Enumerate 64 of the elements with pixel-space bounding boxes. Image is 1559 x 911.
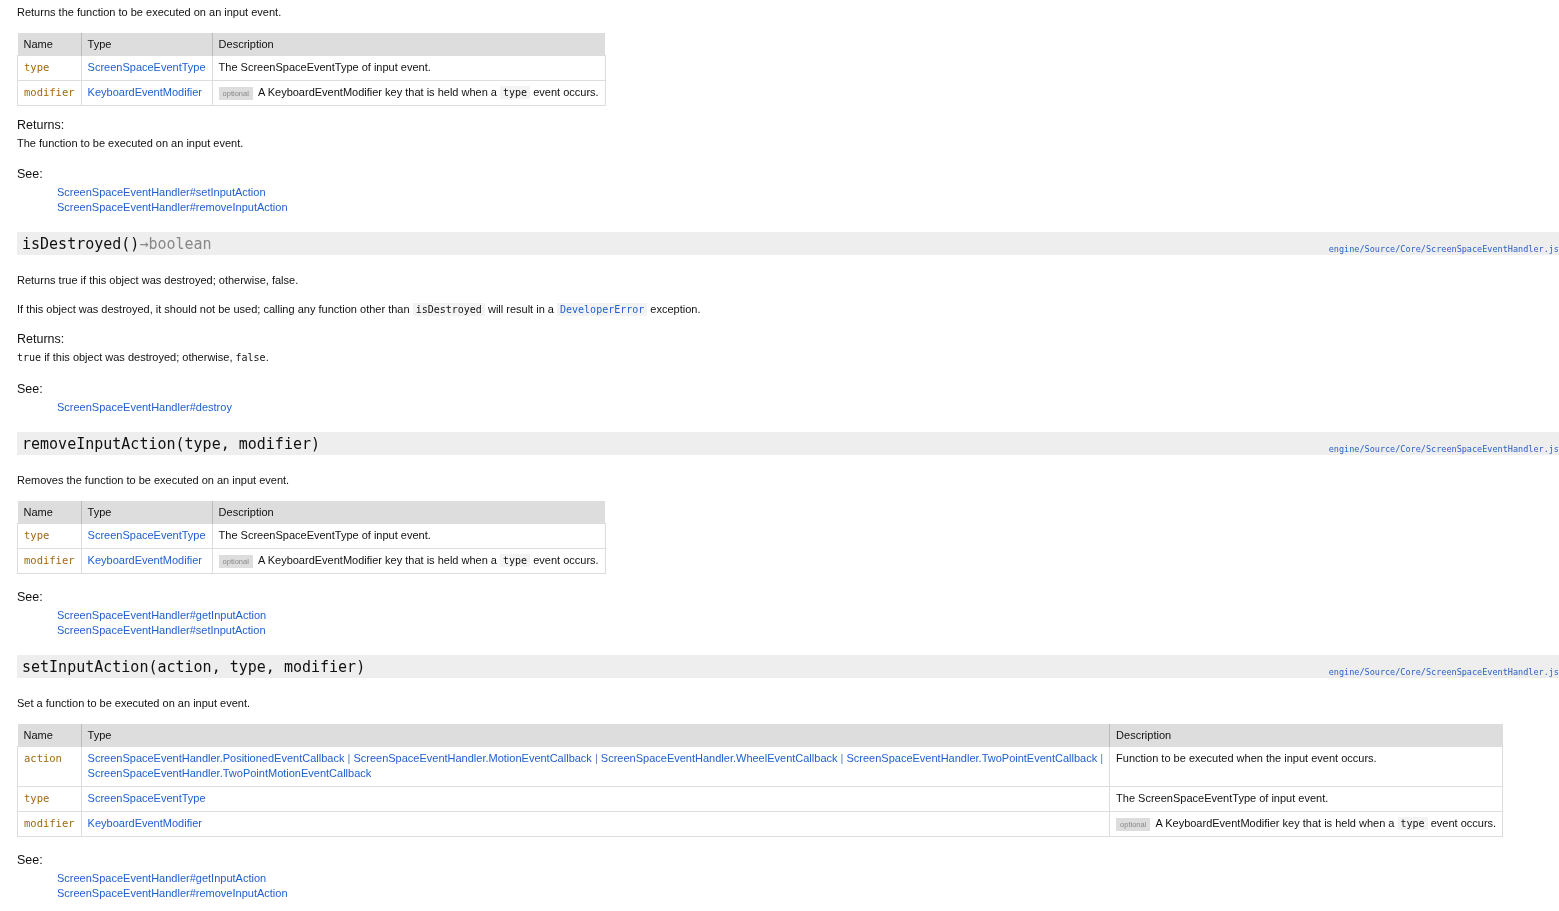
description-text: Returns true if this object was destroyed; otherwise, false. <box>17 273 300 288</box>
description-text: A KeyboardEventModifier key that is held when a type event occurs. <box>257 554 599 566</box>
see-link[interactable]: ScreenSpaceEventHandler#getInputAction <box>57 609 267 621</box>
see-link[interactable]: ScreenSpaceEventHandler#setInputAction <box>57 186 266 198</box>
see-link[interactable]: ScreenSpaceEventHandler#getInputAction <box>57 872 267 884</box>
type-link[interactable]: ScreenSpaceEventHandler.PositionedEventCallback <box>87 752 345 764</box>
type-separator: | <box>593 752 599 764</box>
see-link[interactable]: ScreenSpaceEventHandler#destroy <box>57 401 232 413</box>
type-link[interactable]: ScreenSpaceEventType <box>87 61 206 73</box>
type-link[interactable]: ScreenSpaceEventHandler.MotionEventCallback <box>353 752 592 764</box>
parameter-name: modifier <box>17 80 82 106</box>
description-text: A KeyboardEventModifier key that is held when a type event occurs. <box>1155 817 1497 829</box>
parameter-name: type <box>17 55 82 81</box>
column-header: Name <box>17 33 82 56</box>
type-separator: | <box>839 752 845 764</box>
type-link[interactable]: ScreenSpaceEventType <box>87 792 206 804</box>
type-link[interactable]: KeyboardEventModifier <box>87 86 202 98</box>
returns-label: Returns: <box>17 331 66 347</box>
see-link[interactable]: ScreenSpaceEventHandler#removeInputAction <box>57 887 288 899</box>
type-link[interactable]: KeyboardEventModifier <box>87 817 202 829</box>
source-link[interactable]: engine/Source/Core/ScreenSpaceEventHandler.js <box>1328 667 1559 677</box>
description-text: Removes the function to be executed on an input event. <box>17 473 291 488</box>
column-header: Type <box>81 724 1110 747</box>
returns-label: Returns: <box>17 117 66 133</box>
source-link[interactable]: engine/Source/Core/ScreenSpaceEventHandler.js <box>1328 444 1559 454</box>
column-header: Name <box>17 724 82 747</box>
description-text: The ScreenSpaceEventType of input event. <box>218 61 431 73</box>
parameter-name: type <box>17 523 82 549</box>
description-text: If this object was destroyed, it should not be used; calling any function other than isDestroyed will result in a DeveloperError exception. <box>17 302 702 318</box>
description-text: The ScreenSpaceEventType of input event. <box>218 529 431 541</box>
column-header: Type <box>81 33 213 56</box>
method-signature: isDestroyed()→boolean <box>22 234 212 253</box>
description-text: The ScreenSpaceEventType of input event. <box>1116 792 1329 804</box>
column-header: Description <box>1109 724 1503 747</box>
see-label: See: <box>17 589 44 605</box>
type-link[interactable]: ScreenSpaceEventType <box>87 529 206 541</box>
method-signature: setInputAction(action, type, modifier) <box>22 657 366 676</box>
type-link[interactable]: ScreenSpaceEventHandler.TwoPointMotionEventCallback <box>87 767 372 779</box>
see-label: See: <box>17 381 44 397</box>
see-link[interactable]: ScreenSpaceEventHandler#setInputAction <box>57 624 266 636</box>
column-header: Name <box>17 501 82 524</box>
description-text: A KeyboardEventModifier key that is held when a type event occurs. <box>257 86 599 98</box>
returns-text: The function to be executed on an input event. <box>17 136 245 151</box>
description-text: Function to be executed when the input event occurs. <box>1116 752 1377 764</box>
description-text: Returns the function to be executed on an input event. <box>17 5 283 20</box>
description-text: Set a function to be executed on an input event. <box>17 696 251 711</box>
method-signature: removeInputAction(type, modifier) <box>22 434 320 453</box>
parameter-name: action <box>17 746 82 787</box>
type-separator: | <box>346 752 352 764</box>
type-link[interactable]: KeyboardEventModifier <box>87 554 202 566</box>
type-link[interactable]: ScreenSpaceEventHandler.TwoPointEventCallback <box>846 752 1098 764</box>
parameter-name: type <box>17 786 82 812</box>
column-header: Type <box>81 501 213 524</box>
type-separator: | <box>1099 752 1104 764</box>
returns-text: true if this object was destroyed; otherwise, false. <box>17 350 270 365</box>
type-link[interactable]: ScreenSpaceEventHandler.WheelEventCallback <box>600 752 838 764</box>
parameter-name: modifier <box>17 811 82 837</box>
column-header: Description <box>212 501 606 524</box>
see-label: See: <box>17 852 44 868</box>
parameter-name: modifier <box>17 548 82 574</box>
column-header: Description <box>212 33 606 56</box>
see-label: See: <box>17 166 44 182</box>
source-link[interactable]: engine/Source/Core/ScreenSpaceEventHandler.js <box>1328 244 1559 254</box>
see-link[interactable]: ScreenSpaceEventHandler#removeInputAction <box>57 201 288 213</box>
